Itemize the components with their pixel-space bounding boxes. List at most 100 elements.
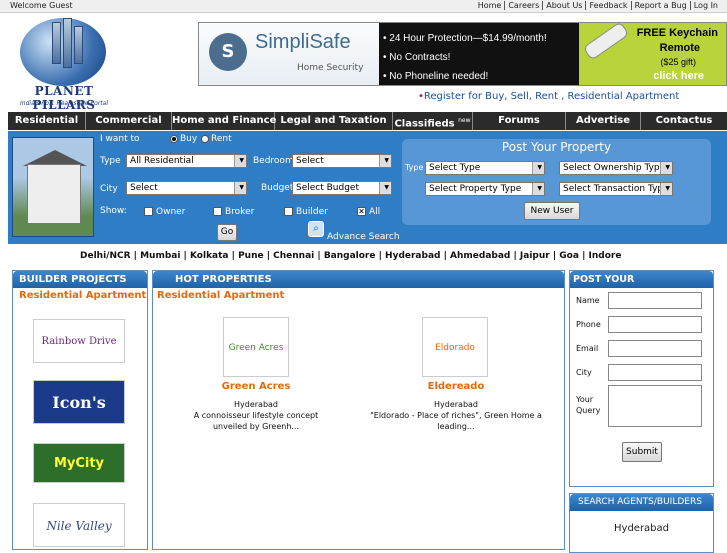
nav-classifieds[interactable]: Classifieds new: [393, 112, 473, 130]
agents-title: SEARCH AGENTS/BUILDERS: [570, 494, 713, 511]
type-label: Type: [100, 156, 121, 166]
budget-select[interactable]: Select Budget ▼: [292, 181, 392, 195]
icons-logo[interactable]: Icon's: [33, 380, 125, 424]
name-field[interactable]: [608, 292, 702, 309]
select-type-dropdown[interactable]: Select Type ▼: [425, 161, 545, 175]
nav-contactus[interactable]: Contactus: [641, 112, 727, 130]
hot-properties-title: HOT PROPERTIES: [153, 271, 564, 288]
broker-checkbox[interactable]: [213, 207, 222, 216]
post-type-label: Type: [405, 163, 424, 172]
eldorado-logo[interactable]: Eldorado: [422, 317, 488, 377]
show-label: Show:: [100, 206, 127, 216]
hot-properties-subtitle: Residential Apartment: [157, 290, 285, 301]
post-requirements-panel: POST YOUR REQUIREMENTS Name Phone Email …: [569, 270, 714, 487]
nav-forums[interactable]: Forums: [473, 112, 566, 130]
city-link[interactable]: Mumbai: [140, 251, 180, 261]
phone-field[interactable]: [608, 316, 702, 333]
city-link[interactable]: Chennai: [273, 251, 314, 261]
report-bug-link[interactable]: Report a Bug: [632, 1, 691, 10]
login-link[interactable]: Log In: [691, 1, 721, 10]
ad-line: • No Phoneline needed!: [383, 71, 489, 82]
property-city: Hyderabad: [234, 400, 278, 409]
house-image: [12, 137, 94, 237]
city-link[interactable]: Bangalore: [324, 251, 376, 261]
builder-projects-title: BUILDER PROJECTS: [13, 271, 147, 288]
advance-search-link[interactable]: Advance Search: [327, 232, 400, 242]
ad-line: • 24 Hour Protection—$14.99/month!: [383, 33, 547, 44]
register-link[interactable]: •Register for Buy, Sell, Rent , Resident…: [418, 91, 679, 102]
hot-properties-panel: HOT PROPERTIES Residential Apartment Gre…: [152, 270, 565, 550]
city-link[interactable]: Ahmedabad: [450, 251, 510, 261]
site-logo[interactable]: PLANET PILLARS India's no.1 Realestate P…: [14, 18, 114, 112]
i-want-to-label: I want to: [100, 134, 140, 144]
requirements-title: POST YOUR REQUIREMENTS: [570, 271, 713, 302]
simplisafe-banner-ad[interactable]: S SimpliSafe Home Security • 24 Hour Pro…: [198, 21, 727, 86]
new-badge: new: [458, 117, 471, 124]
ad-brand: SimpliSafe: [255, 31, 351, 53]
city-link[interactable]: Kolkata: [190, 251, 229, 261]
builder-checkbox[interactable]: [284, 207, 293, 216]
all-checkbox[interactable]: ✕: [357, 207, 366, 216]
ad-offer-3: ($25 gift): [660, 57, 696, 67]
home-link[interactable]: Home: [475, 1, 506, 10]
property-desc: "Eldorado - Place of riches", Green Home…: [370, 411, 542, 431]
property-type-dropdown[interactable]: Select Property Type ▼: [425, 182, 545, 196]
welcome-text: Welcome Guest: [10, 1, 73, 10]
logo-title: PLANET PILLARS: [32, 84, 96, 112]
mycity-logo[interactable]: MyCity: [33, 443, 125, 483]
bedroom-select[interactable]: Select ▼: [292, 154, 392, 168]
nav-advertise[interactable]: Advertise: [566, 112, 641, 130]
search-icon[interactable]: ⌕: [308, 221, 324, 237]
chevron-down-icon: ▼: [537, 164, 542, 171]
city-link[interactable]: Jaipur: [520, 251, 550, 261]
city-link[interactable]: Delhi/NCR: [80, 251, 131, 261]
ad-offer-2: Remote: [659, 42, 700, 54]
city-links: Delhi/NCR | Mumbai | Kolkata | Pune | Ch…: [80, 251, 622, 261]
builder-projects-panel: BUILDER PROJECTS Residential Apartment R…: [12, 270, 148, 550]
about-us-link[interactable]: About Us: [543, 1, 587, 10]
main-nav: Residential Commercial Home and Finance …: [8, 112, 727, 130]
nav-home-finance[interactable]: Home and Finance: [172, 112, 276, 130]
nav-legal-taxation[interactable]: Legal and Taxation: [275, 112, 393, 130]
nav-commercial[interactable]: Commercial: [86, 112, 172, 130]
feedback-link[interactable]: Feedback: [586, 1, 632, 10]
ownership-type-dropdown[interactable]: Select Ownership Type ▼: [559, 161, 673, 175]
property-card: Eldereado Hyderabad "Eldorado - Place of…: [358, 381, 554, 432]
buy-radio[interactable]: [170, 135, 178, 143]
city-link[interactable]: Indore: [589, 251, 622, 261]
go-button[interactable]: Go: [217, 224, 237, 241]
careers-link[interactable]: Careers: [505, 1, 544, 10]
top-bar: Welcome Guest Home Careers About Us Feed…: [0, 0, 727, 13]
nile-valley-logo[interactable]: Nile Valley: [33, 503, 125, 547]
property-name[interactable]: Eldereado: [358, 381, 554, 392]
simplisafe-logo-icon: S: [209, 33, 247, 71]
type-select[interactable]: All Residential ▼: [126, 154, 247, 168]
property-card: Green Acres Hyderabad A connoisseur life…: [161, 381, 351, 432]
chevron-down-icon: ▼: [537, 185, 542, 192]
city-select[interactable]: Select ▼: [126, 181, 247, 195]
ad-click-here[interactable]: click here: [653, 70, 704, 82]
property-name[interactable]: Green Acres: [161, 381, 351, 392]
agents-city[interactable]: Hyderabad: [570, 523, 713, 534]
nav-residential[interactable]: Residential: [8, 112, 86, 130]
transaction-type-dropdown[interactable]: Select Transaction Type ▼: [559, 182, 673, 196]
ad-brand-sub: Home Security: [297, 63, 364, 73]
search-agents-panel: SEARCH AGENTS/BUILDERS Hyderabad: [569, 493, 714, 553]
new-user-button[interactable]: New User: [524, 202, 580, 220]
property-desc: A connoisseur lifestyle concept unveiled…: [193, 411, 319, 431]
city-link[interactable]: Hyderabad: [385, 251, 440, 261]
property-city: Hyderabad: [434, 400, 478, 409]
email-field[interactable]: [608, 340, 702, 357]
city-link[interactable]: Pune: [238, 251, 264, 261]
chevron-down-icon: ▼: [665, 185, 670, 192]
submit-button[interactable]: Submit: [622, 442, 662, 462]
owner-checkbox[interactable]: [144, 207, 153, 216]
chevron-down-icon: ▼: [239, 157, 244, 164]
green-acres-logo[interactable]: Green Acres: [223, 317, 289, 377]
chevron-down-icon: ▼: [384, 157, 389, 164]
rainbow-drive-logo[interactable]: Rainbow Drive: [33, 319, 125, 363]
query-textarea[interactable]: [608, 385, 702, 427]
city-link[interactable]: Goa: [559, 251, 579, 261]
rent-radio[interactable]: [201, 135, 209, 143]
city-field[interactable]: [608, 364, 702, 381]
